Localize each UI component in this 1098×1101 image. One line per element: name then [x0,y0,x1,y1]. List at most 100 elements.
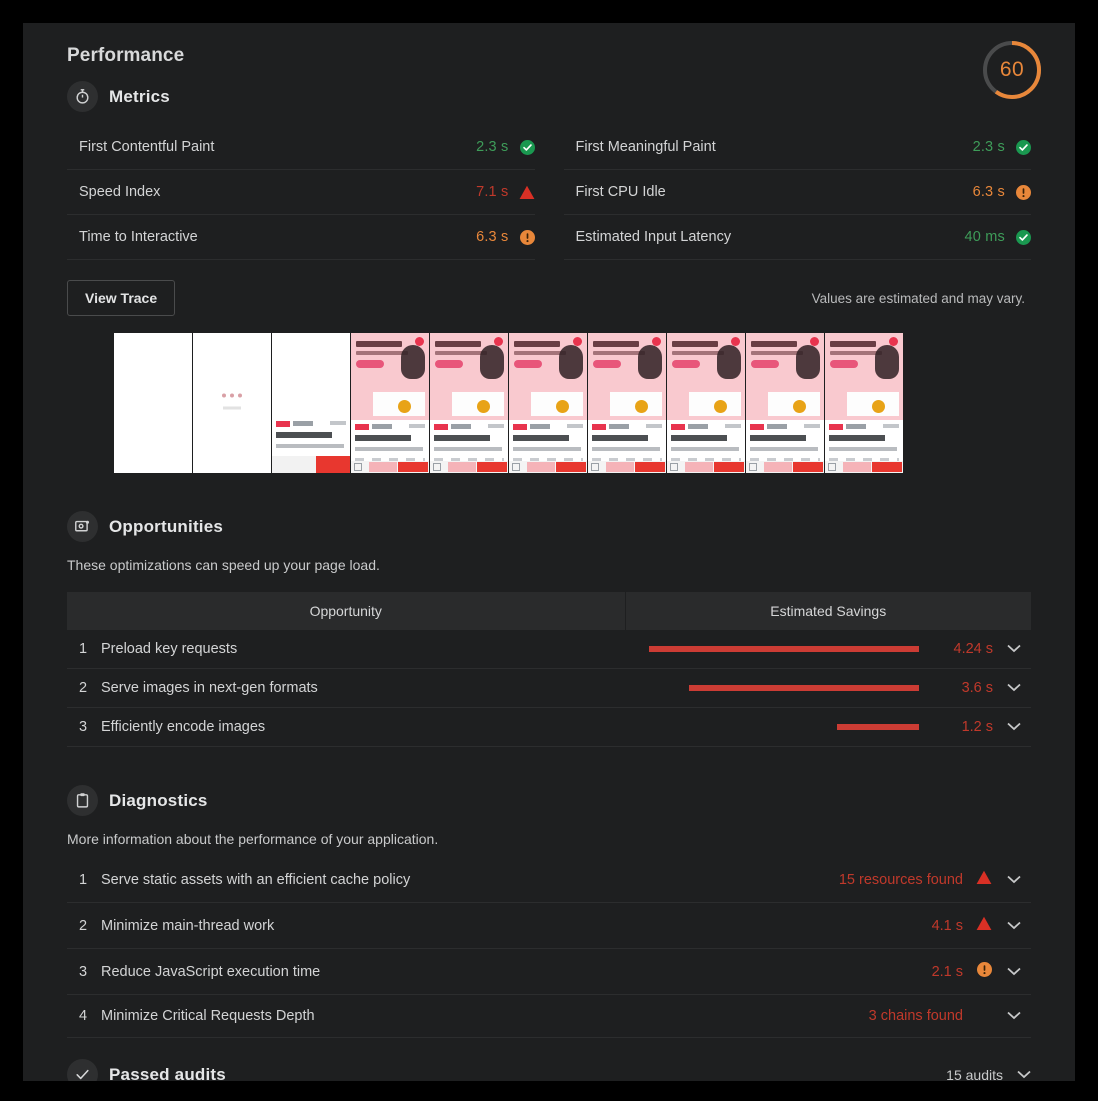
diagnostic-value: 15 resources found [838,871,963,888]
expand-passed-audits-button[interactable] [1017,1066,1031,1082]
filmstrip-frame[interactable] [430,333,508,473]
opportunities-section-title: Opportunities [109,516,224,536]
opportunities-description: These optimizations can speed up your pa… [67,557,380,573]
metrics-section-header: Metrics [67,81,1031,112]
filmstrip-frame[interactable] [509,333,587,473]
info-circle-icon [1005,184,1031,200]
estimated-values-note: Values are estimated and may vary. [811,290,1025,306]
metrics-right-column: First Meaningful Paint 2.3 s First CPU I… [563,125,1031,260]
metric-label: Estimated Input Latency [575,229,732,245]
opportunity-title: Serve images in next-gen formats [101,680,318,696]
metric-row[interactable]: First Contentful Paint 2.3 s [67,125,535,170]
metric-label: First CPU Idle [575,184,666,200]
passed-audits-title: Passed audits [109,1064,226,1082]
metric-value: 2.3 s [476,139,509,155]
opportunities-section: Opportunities These optimizations can sp… [67,511,1031,747]
metric-value: 2.3 s [972,139,1005,155]
metric-row[interactable]: Speed Index 7.1 s [67,170,535,215]
filmstrip-frame[interactable] [825,333,903,473]
metric-row[interactable]: Time to Interactive 6.3 s [67,215,535,260]
savings-bar-cell [625,669,925,708]
opportunity-row[interactable]: 3 Efficiently encode images 1.2 s [67,708,1031,747]
metrics-left-column: First Contentful Paint 2.3 s Speed Index… [67,125,535,260]
lighthouse-report-panel: Performance 60 Metrics First Contentful … [23,23,1075,1081]
row-index: 3 [79,963,88,980]
loading-placeholder [212,385,252,410]
filmstrip-frame[interactable] [272,333,350,473]
expand-row-button[interactable] [997,630,1031,669]
savings-bar [837,724,919,731]
row-index: 3 [79,719,88,735]
diagnostic-value: 3 chains found [868,1008,963,1024]
expand-row-button[interactable] [997,669,1031,708]
check-circle-icon [1005,139,1031,155]
opportunities-section-header: Opportunities [67,511,1031,542]
opportunity-row[interactable]: 2 Serve images in next-gen formats 3.6 s [67,669,1031,708]
opportunity-title: Preload key requests [101,641,238,657]
column-header-opportunity: Opportunity [67,592,626,630]
savings-value: 3.6 s [961,680,993,696]
diagnostics-table: 1 Serve static assets with an efficient … [67,857,1031,1038]
page-title: Performance [67,45,185,66]
diagnostics-section: Diagnostics More information about the p… [67,785,1031,1038]
expand-row-button[interactable] [997,949,1031,995]
trace-row: View Trace Values are estimated and may … [67,280,1031,316]
performance-score-value: 60 [999,58,1025,81]
filmstrip-frame[interactable] [667,333,745,473]
diagnostic-row[interactable]: 1 Serve static assets with an efficient … [67,857,1031,903]
opportunities-table-header: Opportunity Estimated Savings [67,592,1031,630]
row-index: 1 [79,871,88,888]
view-trace-button[interactable]: View Trace [67,280,176,316]
row-index: 2 [79,680,88,696]
row-index: 4 [79,1008,88,1024]
opportunity-row[interactable]: 1 Preload key requests 4.24 s [67,630,1031,669]
savings-value: 4.24 s [953,641,994,657]
check-circle-icon [1005,229,1031,245]
diagnostics-section-title: Diagnostics [109,790,208,810]
metric-label: Speed Index [79,184,161,200]
diagnostic-title: Minimize Critical Requests Depth [101,1008,315,1024]
diagnostic-row[interactable]: 3 Reduce JavaScript execution time 2.1 s [67,949,1031,995]
diagnostic-row[interactable]: 2 Minimize main-thread work 4.1 s [67,903,1031,949]
diagnostic-title: Reduce JavaScript execution time [101,963,321,980]
filmstrip-frame[interactable] [193,333,271,473]
filmstrip-frame[interactable] [114,333,192,473]
metrics-grid: First Contentful Paint 2.3 s Speed Index… [67,125,1031,260]
filmstrip-frame[interactable] [351,333,429,473]
opportunities-table: Opportunity Estimated Savings 1 Preload … [67,592,1031,747]
diagnostic-row[interactable]: 4 Minimize Critical Requests Depth 3 cha… [67,995,1031,1038]
diagnostic-title: Serve static assets with an efficient ca… [101,871,411,888]
savings-value: 1.2 s [961,719,993,735]
check-icon [67,1059,98,1081]
filmstrip-frame[interactable] [588,333,666,473]
diagnostic-title: Minimize main-thread work [101,917,275,934]
savings-bar-cell [625,708,925,747]
expand-row-button[interactable] [997,857,1031,903]
metric-value: 6.3 s [972,184,1005,200]
info-circle-icon [509,229,535,245]
check-circle-icon [509,139,535,155]
diagnostic-value: 2.1 s [931,963,963,980]
warning-triangle-icon [509,185,535,200]
expand-row-button[interactable] [997,708,1031,747]
expand-row-button[interactable] [997,903,1031,949]
filmstrip-frame[interactable] [746,333,824,473]
metric-row[interactable]: Estimated Input Latency 40 ms [563,215,1031,260]
row-index: 2 [79,917,88,934]
metric-label: First Meaningful Paint [575,139,716,155]
expand-row-button[interactable] [997,995,1031,1038]
diagnostic-value: 4.1 s [931,917,963,934]
passed-audits-row[interactable]: Passed audits 15 audits [67,1059,1031,1081]
metric-label: Time to Interactive [79,229,198,245]
opportunity-title: Efficiently encode images [101,719,266,735]
row-index: 1 [79,641,88,657]
no-status-icon [971,995,997,1038]
metric-value: 7.1 s [476,184,509,200]
metric-value: 40 ms [964,229,1005,245]
metric-row[interactable]: First CPU Idle 6.3 s [563,170,1031,215]
metric-value: 6.3 s [476,229,509,245]
clipboard-icon [67,785,98,816]
metric-row[interactable]: First Meaningful Paint 2.3 s [563,125,1031,170]
savings-bar [649,646,919,653]
stopwatch-icon [67,81,98,112]
